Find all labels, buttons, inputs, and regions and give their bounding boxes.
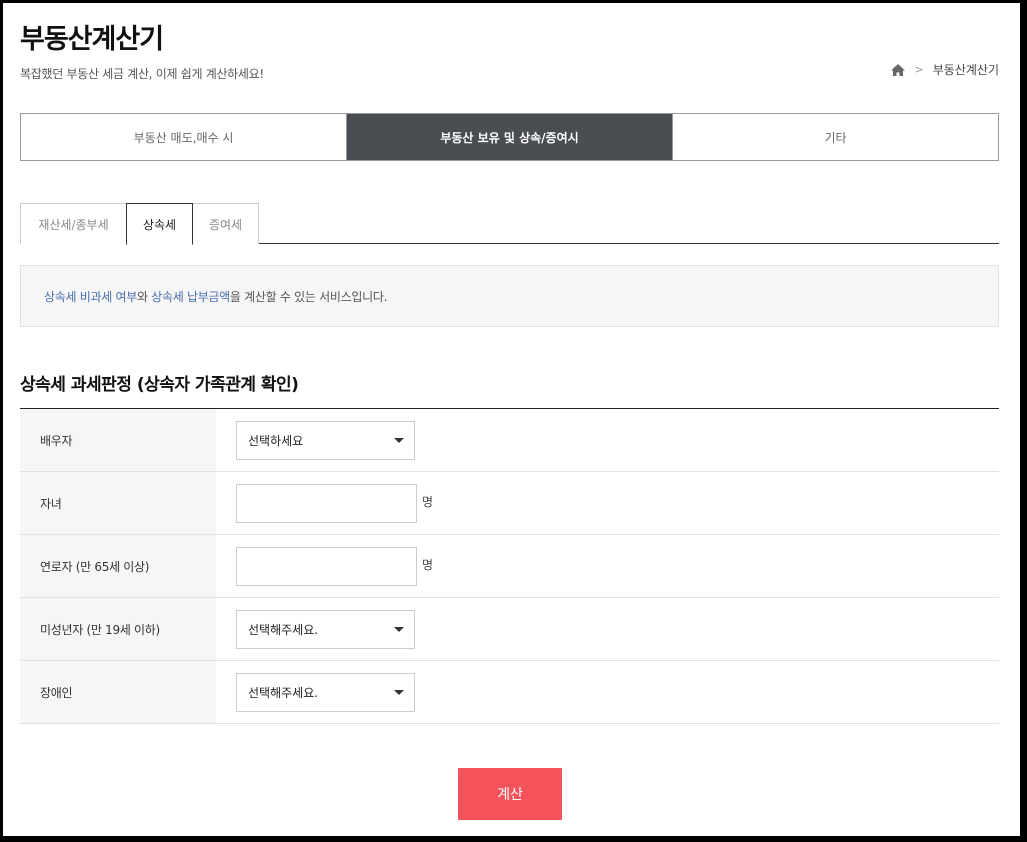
field-label: 장애인: [20, 661, 216, 723]
section-title: 상속세 과세판정 (상속자 가족관계 확인): [20, 375, 299, 395]
select-value: 선택해주세요.: [248, 685, 319, 700]
field-label: 미성년자 (만 19세 이하): [20, 598, 216, 660]
chevron-right-icon: >: [914, 63, 924, 76]
field-label: 자녀: [20, 472, 216, 534]
sub-tab-property-tax[interactable]: 재산세/종부세: [20, 203, 127, 244]
spouse-select[interactable]: 선택하세요: [236, 420, 415, 460]
minor-select[interactable]: 선택해주세요.: [236, 609, 415, 649]
form-row-minor: 미성년자 (만 19세 이하) 선택해주세요.: [20, 598, 999, 661]
page-title: 부동산계산기: [20, 24, 164, 55]
select-value: 선택하세요: [248, 433, 304, 448]
field-label: 배우자: [20, 409, 216, 471]
form-row-children: 자녀 명: [20, 472, 999, 535]
info-highlight-exemption: 상속세 비과세 여부: [44, 289, 137, 304]
elderly-count-input[interactable]: [236, 546, 417, 586]
page-frame: 부동산계산기 복잡했던 부동산 세금 계산, 이제 쉽게 계산하세요! > 부동…: [3, 3, 1020, 836]
calculate-button[interactable]: 계산: [458, 768, 562, 820]
info-text: 을 계산할 수 있는 서비스입니다.: [229, 289, 388, 304]
main-tab-sell-buy[interactable]: 부동산 매도,매수 시: [21, 114, 347, 160]
sub-tab-gift-tax[interactable]: 증여세: [192, 203, 259, 244]
page-subtitle: 복잡했던 부동산 세금 계산, 이제 쉽게 계산하세요!: [20, 67, 264, 81]
sub-tab-inheritance-tax[interactable]: 상속세: [126, 203, 193, 245]
children-count-input[interactable]: [236, 483, 417, 523]
info-highlight-amount: 상속세 납부금액: [151, 289, 230, 304]
sub-tabs: 재산세/종부세 상속세 증여세: [20, 203, 999, 245]
select-value: 선택해주세요.: [248, 622, 319, 637]
home-icon[interactable]: [890, 63, 906, 77]
disabled-select[interactable]: 선택해주세요.: [236, 672, 415, 712]
info-connector: 와: [136, 289, 152, 304]
breadcrumb: > 부동산계산기: [890, 61, 999, 78]
main-tab-etc[interactable]: 기타: [673, 114, 998, 160]
main-tab-hold-inherit-gift[interactable]: 부동산 보유 및 상속/증여시: [347, 114, 673, 160]
caret-down-icon: [394, 626, 404, 632]
form-row-spouse: 배우자 선택하세요: [20, 409, 999, 472]
unit-label: 명: [422, 494, 434, 509]
info-box: 상속세 비과세 여부 와 상속세 납부금액 을 계산할 수 있는 서비스입니다.: [20, 265, 999, 327]
form-table: 배우자 선택하세요 자녀 명 연로자 (만 65세 이상) 명 미성년자 (만 …: [20, 408, 999, 724]
form-row-disabled: 장애인 선택해주세요.: [20, 661, 999, 724]
field-label: 연로자 (만 65세 이상): [20, 535, 216, 597]
caret-down-icon: [394, 437, 404, 443]
form-row-elderly: 연로자 (만 65세 이상) 명: [20, 535, 999, 598]
main-tabs: 부동산 매도,매수 시 부동산 보유 및 상속/증여시 기타: [20, 113, 999, 161]
unit-label: 명: [422, 557, 434, 572]
breadcrumb-current[interactable]: 부동산계산기: [933, 61, 999, 78]
caret-down-icon: [394, 689, 404, 695]
